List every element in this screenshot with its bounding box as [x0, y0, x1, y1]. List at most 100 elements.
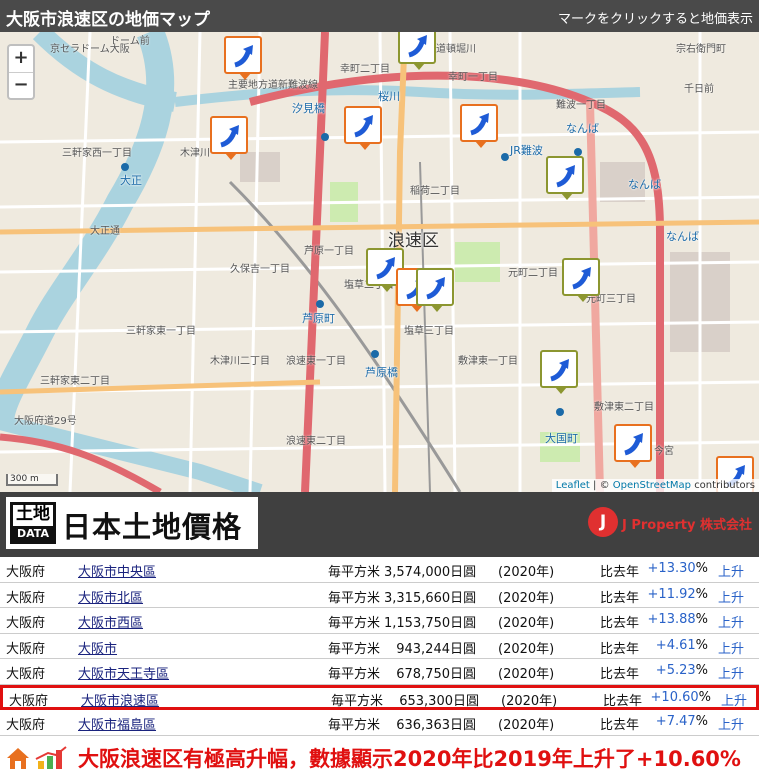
- table-row: 大阪府 大阪市北區 毎平方米 3,315,660日圓 (2020年) 比去年 +…: [0, 583, 759, 608]
- price-marker[interactable]: [224, 36, 262, 80]
- street-label: 浪速東一丁目: [286, 356, 346, 367]
- price-marker[interactable]: [546, 156, 584, 200]
- leaflet-link[interactable]: Leaflet: [556, 480, 590, 491]
- change-rate: +13.88%: [647, 612, 708, 627]
- change-rate: +10.60%: [650, 689, 711, 705]
- street-label: 幸町一丁目: [448, 72, 498, 83]
- table-row: 大阪府 大阪市中央區 毎平方米 3,574,000日圓 (2020年) 比去年 …: [0, 557, 759, 583]
- compare-label: 比去年: [600, 667, 640, 682]
- year: (2020年): [498, 718, 555, 733]
- osm-link[interactable]: OpenStreetMap: [613, 480, 691, 491]
- map-scale: 300 m: [6, 474, 58, 486]
- logo-badge-data: DATA: [13, 526, 53, 541]
- price-marker[interactable]: [540, 350, 578, 394]
- year: (2020年): [498, 616, 555, 631]
- price-marker[interactable]: [614, 424, 652, 468]
- map-attribution: Leaflet | © OpenStreetMap contributors: [551, 479, 759, 492]
- prefecture: 大阪府: [6, 616, 46, 631]
- street-label: ドーム前: [110, 36, 150, 47]
- change-rate: +7.47%: [655, 714, 708, 729]
- brand-banner: 土地 DATA 日本土地價格 J J Property 株式会社: [0, 492, 759, 557]
- prefecture: 大阪府: [6, 718, 46, 733]
- station-label: 芦原町: [302, 312, 335, 325]
- price-marker[interactable]: [562, 258, 600, 302]
- price-marker[interactable]: [416, 268, 454, 312]
- year: (2020年): [498, 641, 555, 657]
- city-link[interactable]: 大阪市浪速區: [81, 690, 159, 709]
- unit-label: 毎平方米: [328, 616, 381, 631]
- up-arrow-icon: [624, 433, 643, 456]
- station-label: なんば: [628, 178, 661, 191]
- prefecture: 大阪府: [6, 565, 46, 580]
- price: 1,153,750日圓: [384, 616, 477, 631]
- street-label: 塩草三丁目: [404, 326, 454, 337]
- city-link[interactable]: 大阪市中央區: [78, 561, 156, 580]
- city-link[interactable]: 大阪市: [78, 638, 117, 657]
- prefecture: 大阪府: [9, 693, 49, 709]
- up-arrow-icon: [408, 35, 427, 58]
- unit-label: 毎平方米: [328, 667, 381, 682]
- compare-label: 比去年: [600, 590, 640, 606]
- status: 上升: [718, 718, 745, 733]
- street-label: 元町二丁目: [508, 268, 558, 279]
- unit-label: 毎平方米: [328, 565, 381, 580]
- table-row: 大阪府 大阪市 毎平方米 943,244日圓 (2020年) 比去年 +4.61…: [0, 634, 759, 659]
- city-link[interactable]: 大阪市西區: [78, 612, 143, 631]
- station-label: 桜川: [378, 90, 400, 103]
- street-label: 難波一丁目: [556, 100, 606, 111]
- station-label: 大国町: [545, 432, 578, 445]
- zoom-in-button[interactable]: +: [9, 46, 33, 72]
- price-marker[interactable]: [398, 32, 436, 70]
- price: 943,244日圓: [396, 641, 476, 657]
- up-arrow-icon: [354, 115, 373, 138]
- year: (2020年): [498, 667, 555, 682]
- up-arrow-icon: [550, 359, 569, 382]
- city-link[interactable]: 大阪市北區: [78, 587, 143, 606]
- street-label: 木津川: [180, 148, 210, 159]
- street-label: 幸町二丁目: [340, 64, 390, 75]
- up-arrow-icon: [556, 165, 575, 188]
- prefecture: 大阪府: [6, 590, 46, 606]
- map-hint: マークをクリックすると地価表示: [557, 12, 753, 27]
- price: 3,574,000日圓: [384, 565, 477, 580]
- street-label: 千日前: [684, 84, 714, 95]
- street-label: 今宮: [654, 446, 674, 457]
- price: 636,363日圓: [396, 718, 476, 733]
- land-price-map[interactable]: + − 浪速区 汐見橋 桜川 JR難波 なんば なんば なんば 大正 芦原町 芦…: [0, 32, 759, 492]
- price: 653,300日圓: [399, 693, 479, 709]
- logo-badge-kanji: 土地: [16, 504, 50, 524]
- status: 上升: [718, 667, 745, 682]
- table-row: 大阪府 大阪市天王寺區 毎平方米 678,750日圓 (2020年) 比去年 +…: [0, 659, 759, 685]
- unit-label: 毎平方米: [328, 718, 381, 733]
- table-row-highlighted: 大阪府 大阪市浪速區 毎平方米 653,300日圓 (2020年) 比去年 +1…: [0, 684, 759, 710]
- street-label: 道頓堀川: [436, 44, 476, 55]
- station-label: なんば: [566, 122, 599, 135]
- change-rate: +13.30%: [647, 561, 708, 576]
- table-row: 大阪府 大阪市西區 毎平方米 1,153,750日圓 (2020年) 比去年 +…: [0, 608, 759, 634]
- price-marker[interactable]: [210, 116, 248, 160]
- station-label: 大正: [120, 174, 142, 187]
- city-link[interactable]: 大阪市天王寺區: [78, 663, 169, 682]
- price-marker[interactable]: [344, 106, 382, 150]
- change-rate: +4.61%: [655, 637, 708, 653]
- price-marker[interactable]: [460, 104, 498, 148]
- map-header: 大阪市浪速区の地価マップ マークをクリックすると地価表示: [0, 0, 759, 32]
- street-label: 宗右衛門町: [676, 44, 726, 55]
- street-label: 芦原一丁目: [304, 246, 354, 257]
- up-arrow-icon: [572, 267, 591, 290]
- change-rate: +11.92%: [647, 586, 708, 602]
- up-arrow-icon: [234, 45, 253, 68]
- logo-text: 日本土地價格: [62, 510, 243, 544]
- house-chart-icon: [4, 745, 70, 774]
- zoom-out-button[interactable]: −: [9, 72, 33, 98]
- prefecture: 大阪府: [6, 667, 46, 682]
- attribution-contributors: contributors: [694, 480, 755, 491]
- street-label: 三軒家東一丁目: [126, 326, 196, 337]
- station-label: なんば: [666, 230, 699, 243]
- city-link[interactable]: 大阪市福島區: [78, 714, 156, 733]
- street-label: 大正通: [90, 226, 120, 237]
- street-label: 大阪府道29号: [14, 416, 77, 427]
- status: 上升: [718, 641, 745, 657]
- unit-label: 毎平方米: [328, 590, 381, 606]
- attribution-separator: | ©: [593, 480, 610, 491]
